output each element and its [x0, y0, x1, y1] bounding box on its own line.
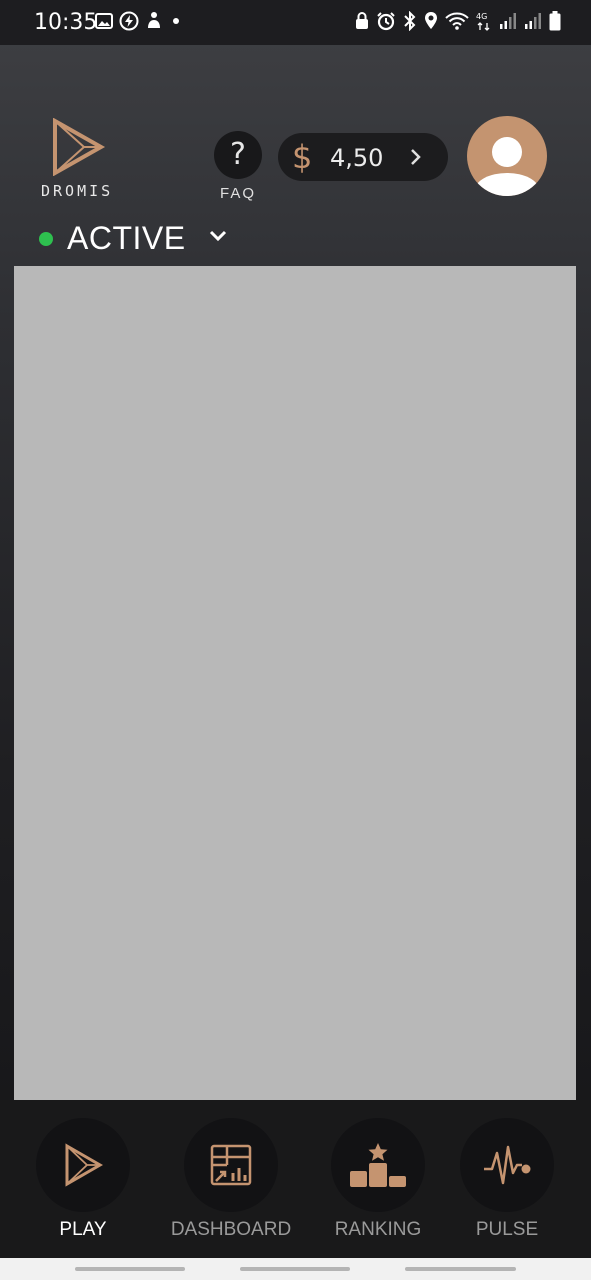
nav-item-play[interactable]: PLAY: [35, 1100, 131, 1258]
image-icon: [95, 13, 113, 29]
nav-item-pulse[interactable]: PULSE: [460, 1100, 554, 1258]
status-dot: [39, 232, 53, 246]
signal-icon: [525, 13, 541, 29]
nav-play-circle[interactable]: [36, 1118, 130, 1212]
faq-button[interactable]: ?: [214, 131, 262, 179]
logo: [50, 117, 106, 181]
balance-amount: 4,50: [330, 144, 384, 172]
gesture-pill-center[interactable]: [240, 1267, 350, 1271]
wifi-icon: [445, 12, 469, 30]
signal-icon: [500, 13, 516, 29]
gesture-pill-right[interactable]: [405, 1267, 516, 1271]
nav-pulse-circle[interactable]: [460, 1118, 554, 1212]
pulse-icon: [484, 1145, 531, 1185]
location-icon: [425, 12, 437, 29]
nav-ranking-circle[interactable]: [331, 1118, 425, 1212]
chevron-right-icon: [411, 149, 421, 165]
help-icon: ?: [230, 137, 246, 172]
lock-icon: [356, 12, 368, 29]
flash-icon: [119, 11, 139, 31]
faq-label[interactable]: FAQ: [214, 185, 262, 202]
content-placeholder: [14, 266, 576, 1100]
play-icon: [65, 1143, 103, 1187]
logo-play-icon: [53, 117, 106, 177]
bluetooth-icon: [404, 11, 416, 31]
battery-icon: [549, 11, 561, 31]
balance-currency: $: [292, 138, 313, 176]
system-gesture-bar: [0, 1258, 591, 1280]
nav-label-dashboard[interactable]: DASHBOARD: [165, 1219, 297, 1241]
nav-item-ranking[interactable]: RANKING: [329, 1100, 427, 1258]
status-right-icons: 4G: [355, 11, 561, 31]
chevron-down-icon[interactable]: [208, 229, 228, 243]
nav-item-dashboard[interactable]: DASHBOARD: [165, 1100, 297, 1258]
logo-text: DROMIS: [41, 182, 114, 200]
signal-4g-icon: 4G: [476, 12, 490, 31]
bottom-nav: PLAY DASHBOARD RANKING PULSE: [0, 1100, 591, 1258]
status-bar: 10:35 4G: [0, 0, 591, 45]
nav-label-pulse[interactable]: PULSE: [460, 1219, 554, 1241]
balance-button[interactable]: $ 4,50: [278, 133, 448, 181]
nav-dashboard-circle[interactable]: [184, 1118, 278, 1212]
alarm-icon: [377, 12, 395, 31]
podium-icon: [350, 1143, 406, 1187]
status-label[interactable]: ACTIVE: [67, 220, 186, 257]
status-time: 10:35: [34, 10, 98, 35]
gesture-pill-left[interactable]: [75, 1267, 185, 1271]
dashboard-icon: [210, 1144, 252, 1186]
dot-icon: [173, 18, 179, 24]
avatar[interactable]: [467, 116, 547, 196]
nav-label-play[interactable]: PLAY: [35, 1219, 131, 1241]
user-icon: [475, 137, 539, 196]
accessibility-icon: [148, 12, 160, 28]
network-label: 4G: [476, 12, 487, 21]
status-left-icons: [95, 11, 183, 31]
nav-label-ranking[interactable]: RANKING: [329, 1219, 427, 1241]
